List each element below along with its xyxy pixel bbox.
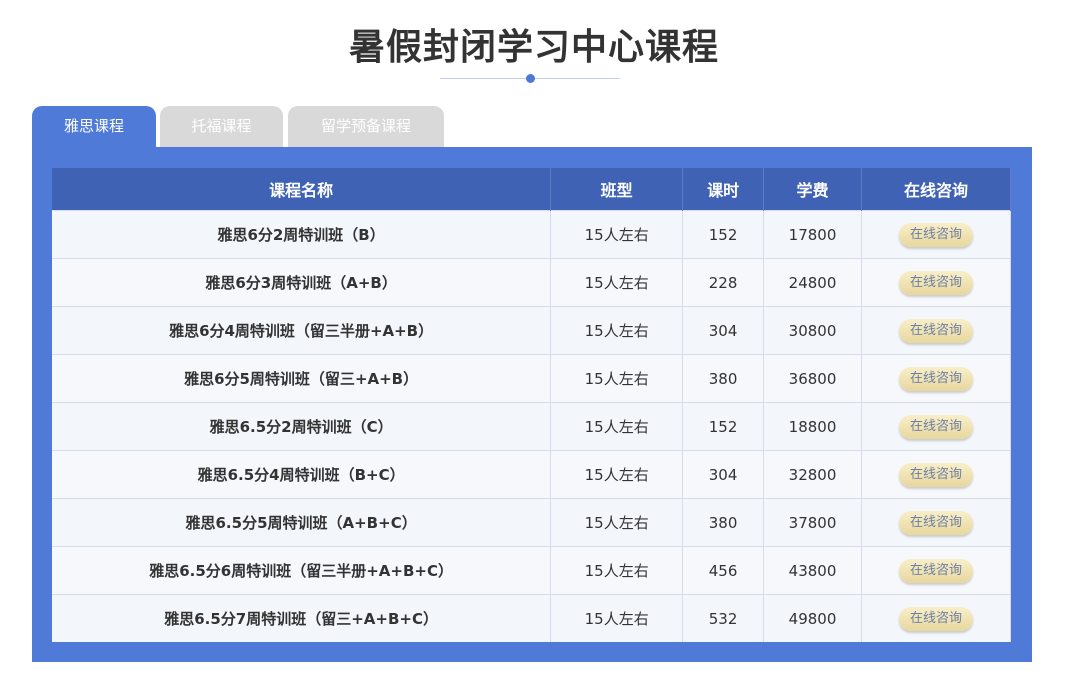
consult-button[interactable]: 在线咨询 (899, 558, 973, 583)
course-table: 课程名称 班型 课时 学费 在线咨询 雅思6分2周特训班（B） 15人左右 152 1… (52, 168, 1011, 642)
table-header-row: 课程名称 班型 课时 学费 在线咨询 (52, 168, 1011, 211)
class-type-cell: 15人左右 (550, 210, 684, 259)
table-row: 雅思6分3周特训班（A+B） 15人左右 228 24800 在线咨询 (52, 258, 1011, 307)
table-row: 雅思6.5分6周特训班（留三半册+A+B+C） 15人左右 456 43800 在线咨询 (52, 546, 1011, 595)
tab-ielts[interactable]: 雅思课程 (32, 106, 156, 147)
page-title: 暑假封闭学习中心课程 (348, 27, 719, 68)
table-row: 雅思6分2周特训班（B） 15人左右 152 17800 在线咨询 (52, 210, 1011, 259)
fee-cell: 32800 (763, 450, 863, 499)
consult-button[interactable]: 在线咨询 (899, 414, 973, 439)
table-row: 雅思6分5周特训班（留三+A+B） 15人左右 380 36800 在线咨询 (52, 354, 1011, 403)
table-row: 雅思6.5分2周特训班（C） 15人左右 152 18800 在线咨询 (52, 402, 1011, 451)
table-row: 雅思6.5分4周特训班（B+C） 15人左右 304 32800 在线咨询 (52, 450, 1011, 499)
header-class-type: 班型 (550, 168, 684, 211)
course-name-cell: 雅思6.5分2周特训班（C） (52, 402, 552, 451)
course-name-cell: 雅思6.5分6周特训班（留三半册+A+B+C） (52, 546, 552, 595)
consult-button[interactable]: 在线咨询 (899, 366, 973, 391)
course-name-cell: 雅思6分2周特训班（B） (52, 210, 552, 259)
consult-button[interactable]: 在线咨询 (899, 222, 973, 247)
hours-cell: 532 (682, 594, 765, 642)
class-type-cell: 15人左右 (550, 546, 684, 595)
consult-cell: 在线咨询 (861, 258, 1011, 307)
class-type-cell: 15人左右 (550, 306, 684, 355)
hours-cell: 456 (682, 546, 765, 595)
fee-cell: 18800 (763, 402, 863, 451)
fee-cell: 43800 (763, 546, 863, 595)
consult-button[interactable]: 在线咨询 (899, 606, 973, 631)
consult-button[interactable]: 在线咨询 (899, 270, 973, 295)
course-name-cell: 雅思6分3周特训班（A+B） (52, 258, 552, 307)
fee-cell: 37800 (763, 498, 863, 547)
hours-cell: 304 (682, 306, 765, 355)
fee-cell: 30800 (763, 306, 863, 355)
hours-cell: 304 (682, 450, 765, 499)
class-type-cell: 15人左右 (550, 450, 684, 499)
table-row: 雅思6分4周特训班（留三半册+A+B） 15人左右 304 30800 在线咨询 (52, 306, 1011, 355)
class-type-cell: 15人左右 (550, 354, 684, 403)
consult-cell: 在线咨询 (861, 594, 1011, 642)
consult-cell: 在线咨询 (861, 354, 1011, 403)
table-row: 雅思6.5分5周特训班（A+B+C） 15人左右 380 37800 在线咨询 (52, 498, 1011, 547)
divider-dot-icon (526, 74, 535, 83)
class-type-cell: 15人左右 (550, 498, 684, 547)
header-hours: 课时 (682, 168, 765, 211)
fee-cell: 17800 (763, 210, 863, 259)
header-course-name: 课程名称 (52, 168, 552, 211)
course-name-cell: 雅思6.5分4周特训班（B+C） (52, 450, 552, 499)
course-name-cell: 雅思6分4周特训班（留三半册+A+B） (52, 306, 552, 355)
header-fee: 学费 (763, 168, 863, 211)
header-consult: 在线咨询 (861, 168, 1011, 211)
consult-cell: 在线咨询 (861, 498, 1011, 547)
tab-toefl[interactable]: 托福课程 (160, 106, 283, 147)
tab-study-abroad-prep[interactable]: 留学预备课程 (288, 106, 444, 147)
hours-cell: 380 (682, 498, 765, 547)
hours-cell: 152 (682, 210, 765, 259)
class-type-cell: 15人左右 (550, 402, 684, 451)
consult-cell: 在线咨询 (861, 450, 1011, 499)
consult-button[interactable]: 在线咨询 (899, 462, 973, 487)
fee-cell: 36800 (763, 354, 863, 403)
class-type-cell: 15人左右 (550, 258, 684, 307)
fee-cell: 24800 (763, 258, 863, 307)
table-row: 雅思6.5分7周特训班（留三+A+B+C） 15人左右 532 49800 在线咨询 (52, 594, 1011, 642)
consult-button[interactable]: 在线咨询 (899, 318, 973, 343)
title-divider (440, 74, 620, 83)
course-name-cell: 雅思6分5周特训班（留三+A+B） (52, 354, 552, 403)
consult-cell: 在线咨询 (861, 402, 1011, 451)
hours-cell: 380 (682, 354, 765, 403)
class-type-cell: 15人左右 (550, 594, 684, 642)
consult-cell: 在线咨询 (861, 210, 1011, 259)
hours-cell: 228 (682, 258, 765, 307)
consult-cell: 在线咨询 (861, 306, 1011, 355)
consult-button[interactable]: 在线咨询 (899, 510, 973, 535)
fee-cell: 49800 (763, 594, 863, 642)
consult-cell: 在线咨询 (861, 546, 1011, 595)
course-name-cell: 雅思6.5分7周特训班（留三+A+B+C） (52, 594, 552, 642)
course-name-cell: 雅思6.5分5周特训班（A+B+C） (52, 498, 552, 547)
hours-cell: 152 (682, 402, 765, 451)
